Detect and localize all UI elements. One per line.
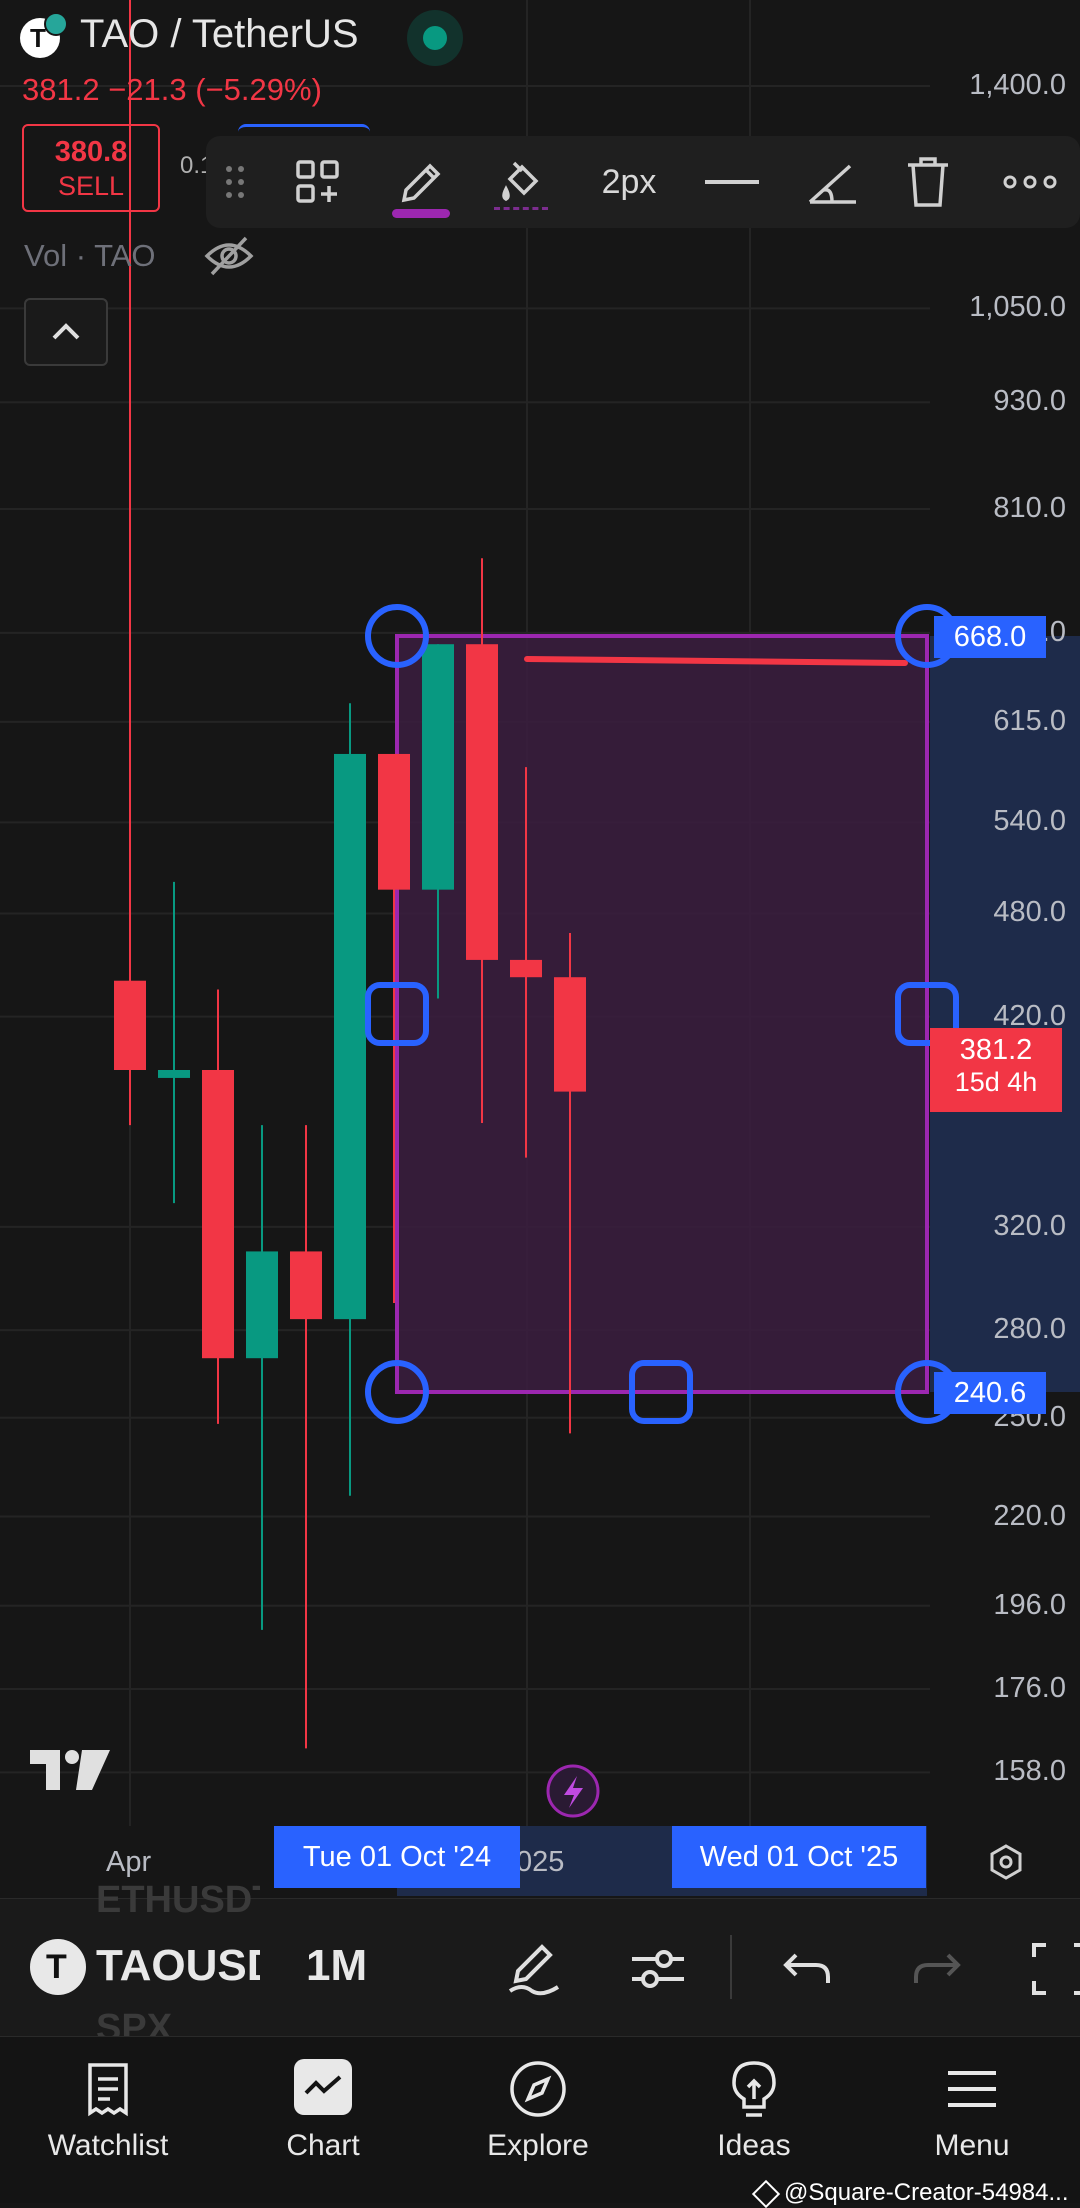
price-axis-label: 1,050.0 xyxy=(969,291,1066,324)
rect-bottom-price-tag: 240.6 xyxy=(934,1372,1046,1414)
nav-watchlist[interactable]: Watchlist xyxy=(18,2037,198,2203)
angle-icon[interactable] xyxy=(802,154,864,212)
redo-icon[interactable] xyxy=(906,1939,966,1999)
price-change: 381.2 −21.3 (−5.29%) xyxy=(22,72,322,107)
candle-body xyxy=(466,644,498,960)
price-axis-label: 615.0 xyxy=(993,704,1066,737)
candle-body xyxy=(334,753,366,1320)
time-label-apr: Apr xyxy=(106,1846,152,1878)
price-axis-label: 158.0 xyxy=(993,1755,1066,1788)
candle-body xyxy=(290,1251,322,1320)
axis-settings-icon[interactable] xyxy=(986,1842,1026,1882)
fill-color-bucket-icon[interactable] xyxy=(488,146,554,218)
interval-selector[interactable]: 1M xyxy=(306,1941,367,1991)
candle-body xyxy=(554,977,586,1092)
drag-handle-icon[interactable] xyxy=(220,162,250,202)
time-tag-end: Wed 01 Oct '25 xyxy=(672,1826,926,1888)
exchange-badge-icon xyxy=(44,12,68,36)
watchlist-icon xyxy=(88,2063,128,2117)
binance-logo-icon xyxy=(751,2179,781,2208)
candle-countdown: 15d 4h xyxy=(954,1067,1038,1097)
sell-label: SELL xyxy=(57,171,125,201)
nav-label: Chart xyxy=(286,2129,360,2162)
nav-label: Ideas xyxy=(717,2129,791,2162)
nav-label: Watchlist xyxy=(47,2129,169,2162)
line-width-button[interactable]: 2px xyxy=(584,160,674,204)
price-chart[interactable] xyxy=(0,0,1080,1826)
symbol-selector-icon[interactable]: T xyxy=(30,1939,86,1995)
volume-indicator-label[interactable]: Vol · TAO xyxy=(24,238,156,274)
price-axis-label: 196.0 xyxy=(993,1588,1066,1621)
add-to-favorites-grid-icon[interactable] xyxy=(292,156,344,208)
nav-chart[interactable]: Chart xyxy=(233,2037,413,2203)
chart-bottom-toolbar: ETHUSDT SPX T TAOUSDT 1M xyxy=(0,1879,1080,2049)
candle-body xyxy=(510,959,542,978)
menu-icon xyxy=(948,2071,996,2107)
more-options-icon[interactable] xyxy=(1000,164,1060,200)
market-status-icon[interactable] xyxy=(407,10,463,66)
price-axis-label: 280.0 xyxy=(993,1313,1066,1346)
candle-body xyxy=(114,980,146,1071)
candle-body xyxy=(246,1251,278,1359)
chart-icon xyxy=(294,2059,352,2115)
candle-body xyxy=(202,1070,234,1359)
lightning-icon xyxy=(546,1764,600,1818)
candle-body xyxy=(422,644,454,890)
candle-body xyxy=(378,753,410,890)
time-tag-start: Tue 01 Oct '24 xyxy=(274,1826,520,1888)
delete-trash-icon[interactable] xyxy=(900,152,956,212)
sell-price: 380.8 xyxy=(54,136,128,168)
line-style-icon[interactable] xyxy=(700,160,764,204)
sell-button[interactable]: 380.8 SELL xyxy=(22,124,160,212)
drawing-toolbar: 2px xyxy=(206,136,1080,228)
tradingview-logo xyxy=(30,1750,110,1790)
watermark: @Square-Creator-54984... xyxy=(751,2179,1069,2208)
fullscreen-icon[interactable] xyxy=(1030,1939,1080,1999)
symbol-logo[interactable]: T xyxy=(20,12,68,58)
price-axis-label: 480.0 xyxy=(993,896,1066,929)
compass-icon xyxy=(510,2061,566,2117)
nav-explore[interactable]: Explore xyxy=(448,2037,628,2203)
toolbar-divider xyxy=(730,1935,732,1999)
nav-label: Explore xyxy=(487,2129,589,2162)
line-color-pencil-icon[interactable] xyxy=(388,148,454,218)
lightbulb-icon xyxy=(732,2061,776,2117)
symbol-selector[interactable]: TAOUSDT xyxy=(96,1941,260,1991)
nav-label: Menu xyxy=(934,2129,1010,2162)
price-axis-label: 540.0 xyxy=(993,805,1066,838)
price-axis-label: 176.0 xyxy=(993,1672,1066,1704)
buy-button-edge[interactable] xyxy=(238,124,370,135)
horizontal-ray-line xyxy=(524,656,908,666)
collapse-chevron-up-button[interactable] xyxy=(24,298,108,366)
current-price-value: 381.2 xyxy=(959,1034,1033,1066)
candle-body xyxy=(158,1070,190,1078)
symbol-title[interactable]: TAO / TetherUS xyxy=(80,12,359,57)
price-axis-label: 220.0 xyxy=(993,1499,1066,1532)
price-axis-label: 930.0 xyxy=(993,385,1066,418)
drawing-tools-icon[interactable] xyxy=(502,1937,566,2001)
price-axis-label: 1,400.0 xyxy=(969,69,1066,101)
bottom-navigation: Watchlist Chart Explore Ideas Menu @Squa… xyxy=(0,2036,1080,2208)
hide-eye-icon[interactable] xyxy=(204,234,254,278)
price-axis-label: 320.0 xyxy=(993,1209,1066,1242)
ghost-symbol-above: ETHUSDT xyxy=(96,1879,260,1921)
undo-icon[interactable] xyxy=(778,1939,838,1999)
current-price-tag: 381.2 15d 4h xyxy=(930,1028,1062,1112)
price-axis-label: 810.0 xyxy=(993,491,1066,524)
rect-top-price-tag: 668.0 xyxy=(934,616,1046,658)
indicators-sliders-icon[interactable] xyxy=(626,1937,690,2001)
time-label-mid: 025 xyxy=(516,1846,565,1878)
